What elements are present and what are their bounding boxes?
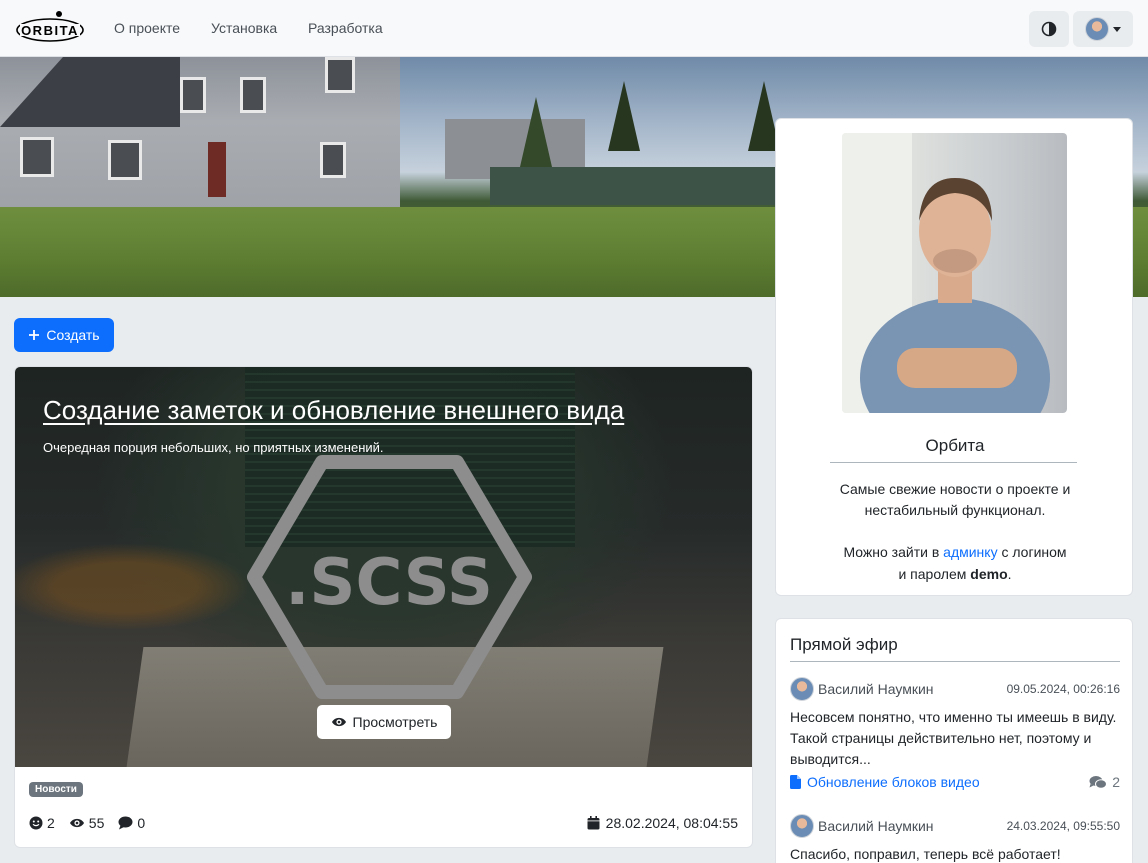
likes-count: 2 bbox=[47, 815, 55, 831]
post-date-text: 28.02.2024, 08:04:55 bbox=[605, 815, 738, 831]
comment-author-name: Василий Наумкин bbox=[818, 818, 934, 834]
post-date: 28.02.2024, 08:04:55 bbox=[587, 815, 738, 831]
login-text-pre2: и паролем bbox=[898, 566, 967, 582]
live-feed-title: Прямой эфир bbox=[790, 635, 898, 654]
caret-down-icon bbox=[1113, 26, 1121, 32]
comment-date: 09.05.2024, 00:26:16 bbox=[1006, 682, 1120, 696]
login-text-mid: с логином bbox=[1001, 544, 1067, 560]
views-stat: 55 bbox=[69, 815, 105, 831]
profile-login-info: Можно зайти в админку с логином и пароле… bbox=[776, 541, 1134, 585]
comment-avatar bbox=[790, 814, 814, 838]
nav-link-install[interactable]: Установка bbox=[211, 20, 277, 36]
comment-text: Несовсем понятно, что именно ты имеешь в… bbox=[790, 709, 1117, 767]
live-comment: Василий Наумкин 24.03.2024, 09:55:50 Спа… bbox=[790, 814, 1120, 863]
logo-text: ORBITA bbox=[21, 23, 79, 38]
comments-count: 0 bbox=[137, 815, 146, 831]
view-post-button[interactable]: Просмотреть bbox=[317, 705, 451, 739]
admin-link[interactable]: админку bbox=[943, 544, 997, 560]
user-menu-button[interactable] bbox=[1073, 11, 1133, 47]
user-avatar bbox=[1085, 17, 1109, 41]
login-text-end: . bbox=[1007, 566, 1012, 582]
live-feed-card: Прямой эфир Василий Наумкин 09.05.2024, … bbox=[775, 618, 1133, 863]
post-title[interactable]: Создание заметок и обновление внешнего в… bbox=[43, 395, 624, 426]
comment-author[interactable]: Василий Наумкин bbox=[790, 677, 934, 701]
comment-count-value: 2 bbox=[1112, 774, 1120, 790]
post-subtitle: Очередная порция небольших, но приятных … bbox=[43, 440, 384, 455]
banner-house bbox=[0, 57, 400, 217]
comment-author[interactable]: Василий Наумкин bbox=[790, 814, 934, 838]
comment-text: Спасибо, поправил, теперь всё работает! bbox=[790, 846, 1061, 862]
comments-icon bbox=[1089, 776, 1108, 789]
category-badge[interactable]: Новости bbox=[29, 782, 83, 797]
comments-stat: 0 bbox=[118, 815, 145, 831]
eye-icon bbox=[69, 818, 84, 828]
live-feed-divider bbox=[790, 661, 1120, 662]
calendar-icon bbox=[587, 816, 600, 830]
theme-toggle-button[interactable] bbox=[1029, 11, 1069, 47]
comment-avatar bbox=[790, 677, 814, 701]
view-post-label: Просмотреть bbox=[352, 714, 438, 730]
profile-name: Орбита bbox=[925, 436, 985, 455]
views-count: 55 bbox=[88, 815, 105, 831]
nav-link-development[interactable]: Разработка bbox=[308, 20, 383, 36]
plus-icon bbox=[29, 330, 40, 340]
top-navbar: ORBITA О проекте Установка Разработка bbox=[0, 0, 1148, 57]
profile-description: Самые свежие новости о проекте и нестаби… bbox=[776, 479, 1134, 521]
comment-icon bbox=[118, 816, 133, 830]
profile-desc-line-1: Самые свежие новости о проекте и bbox=[839, 481, 1071, 497]
create-button-label: Создать bbox=[46, 327, 100, 343]
comment-date: 24.03.2024, 09:55:50 bbox=[1006, 819, 1120, 833]
file-icon bbox=[790, 775, 801, 789]
profile-card: Орбита Самые свежие новости о проекте и … bbox=[775, 118, 1133, 596]
nav-link-about[interactable]: О проекте bbox=[114, 20, 180, 36]
login-text-pre: Можно зайти в bbox=[843, 544, 940, 560]
login-user: demo bbox=[970, 566, 1008, 582]
orbita-logo[interactable]: ORBITA bbox=[14, 9, 86, 49]
comment-count: 2 bbox=[1089, 774, 1120, 790]
contrast-icon bbox=[1041, 21, 1057, 37]
profile-photo bbox=[842, 133, 1067, 413]
eye-icon bbox=[331, 717, 346, 727]
scss-logo: .SCSS bbox=[247, 455, 532, 699]
post-stats: 2 55 0 bbox=[29, 815, 145, 831]
profile-desc-line-2: нестабильный функционал. bbox=[864, 502, 1046, 518]
profile-divider bbox=[830, 462, 1077, 463]
scss-text: .SCSS bbox=[285, 546, 493, 620]
post-card: .SCSS Создание заметок и обновление внеш… bbox=[14, 366, 753, 848]
create-button[interactable]: Создать bbox=[14, 318, 114, 352]
comment-topic-link[interactable]: Обновление блоков видео bbox=[790, 774, 980, 790]
live-comment: Василий Наумкин 09.05.2024, 00:26:16 Нес… bbox=[790, 677, 1120, 790]
likes-stat[interactable]: 2 bbox=[29, 815, 55, 831]
comment-topic-title: Обновление блоков видео bbox=[807, 774, 980, 790]
smile-icon bbox=[29, 816, 43, 830]
comment-author-name: Василий Наумкин bbox=[818, 681, 934, 697]
